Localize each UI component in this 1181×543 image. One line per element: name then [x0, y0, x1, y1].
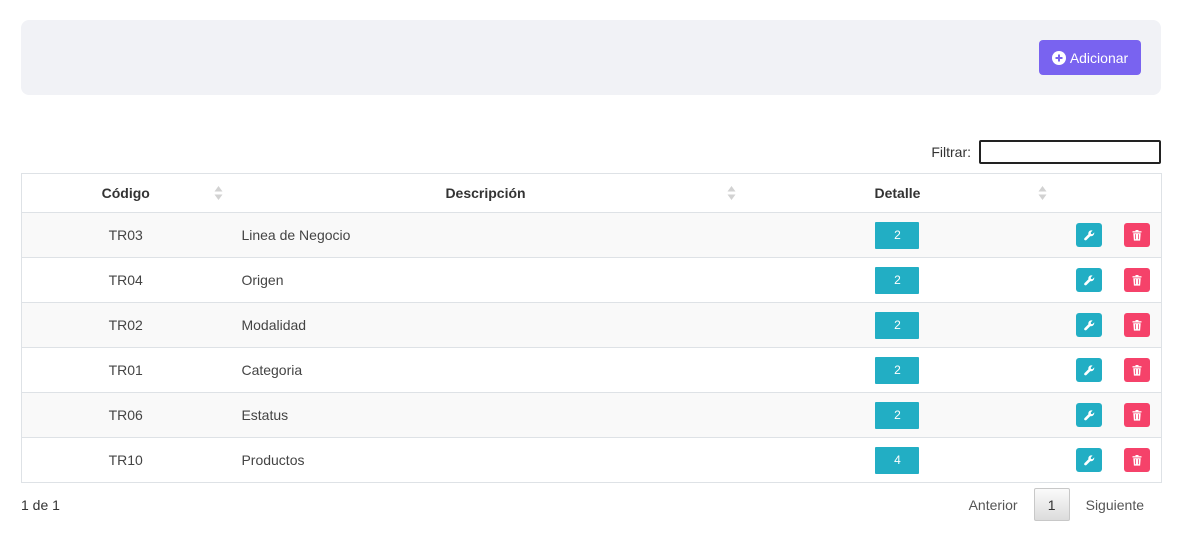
toolbar-panel: Adicionar [21, 20, 1161, 95]
table-body: TR03 Linea de Negocio 2 TR04 Origen 2 TR02 Moda… [21, 212, 1162, 483]
column-header-code[interactable]: Código [21, 173, 230, 213]
actions-cell [1053, 302, 1162, 348]
description-cell: Productos [229, 437, 742, 483]
pagination: Anterior 1 Siguiente [953, 488, 1160, 521]
description-cell: Linea de Negocio [229, 212, 742, 258]
trash-icon [1132, 229, 1142, 241]
next-page-button[interactable]: Siguiente [1070, 497, 1160, 513]
column-header-label: Detalle [874, 185, 921, 201]
delete-button[interactable] [1124, 403, 1150, 427]
row-actions [1053, 268, 1161, 292]
sort-icon [1038, 186, 1047, 200]
column-header-actions [1053, 173, 1162, 213]
edit-button[interactable] [1076, 223, 1102, 247]
description-cell: Estatus [229, 392, 742, 438]
filter-label: Filtrar: [931, 144, 971, 160]
add-button[interactable]: Adicionar [1039, 40, 1141, 75]
code-cell: TR03 [21, 212, 230, 258]
filter-group: Filtrar: [931, 140, 1161, 164]
wrench-icon [1083, 274, 1094, 285]
trash-icon [1132, 364, 1142, 376]
wrench-icon [1083, 319, 1094, 330]
edit-button[interactable] [1076, 358, 1102, 382]
trash-icon [1132, 274, 1142, 286]
code-cell: TR01 [21, 347, 230, 393]
delete-button[interactable] [1124, 268, 1150, 292]
detail-cell: 4 [741, 437, 1054, 483]
table-row: TR10 Productos 4 [21, 437, 1162, 483]
table-row: TR02 Modalidad 2 [21, 302, 1162, 348]
description-cell: Origen [229, 257, 742, 303]
sort-icon [727, 186, 736, 200]
trash-icon [1132, 409, 1142, 421]
code-cell: TR06 [21, 392, 230, 438]
edit-button[interactable] [1076, 313, 1102, 337]
pagination-info: 1 de 1 [21, 497, 60, 513]
add-button-label: Adicionar [1069, 49, 1129, 66]
actions-cell [1053, 257, 1162, 303]
detail-cell: 2 [741, 257, 1054, 303]
wrench-icon [1083, 409, 1094, 420]
row-actions [1053, 448, 1161, 472]
detail-cell: 2 [741, 212, 1054, 258]
column-header-label: Código [101, 185, 150, 201]
wrench-icon [1083, 454, 1094, 465]
code-cell: TR10 [21, 437, 230, 483]
data-table: Código Descripción Detalle TR03 Linea de … [21, 173, 1162, 483]
delete-button[interactable] [1124, 223, 1150, 247]
table-row: TR04 Origen 2 [21, 257, 1162, 303]
row-actions [1053, 403, 1161, 427]
detail-badge-button[interactable]: 2 [875, 401, 920, 429]
table-row: TR01 Categoria 2 [21, 347, 1162, 393]
previous-page-button[interactable]: Anterior [953, 497, 1034, 513]
wrench-icon [1083, 229, 1094, 240]
actions-cell [1053, 347, 1162, 393]
column-header-detail[interactable]: Detalle [741, 173, 1054, 213]
description-cell: Categoria [229, 347, 742, 393]
row-actions [1053, 223, 1161, 247]
actions-cell [1053, 437, 1162, 483]
plus-circle-icon [1051, 50, 1066, 65]
delete-button[interactable] [1124, 448, 1150, 472]
delete-button[interactable] [1124, 358, 1150, 382]
row-actions [1053, 313, 1161, 337]
actions-cell [1053, 392, 1162, 438]
code-cell: TR02 [21, 302, 230, 348]
filter-input[interactable] [979, 140, 1161, 164]
detail-cell: 2 [741, 392, 1054, 438]
edit-button[interactable] [1076, 403, 1102, 427]
edit-button[interactable] [1076, 448, 1102, 472]
row-actions [1053, 358, 1161, 382]
trash-icon [1132, 319, 1142, 331]
detail-cell: 2 [741, 302, 1054, 348]
wrench-icon [1083, 364, 1094, 375]
detail-badge-button[interactable]: 2 [875, 221, 920, 249]
table-header-row: Código Descripción Detalle [21, 173, 1162, 213]
page-1-button[interactable]: 1 [1033, 488, 1070, 521]
delete-button[interactable] [1124, 313, 1150, 337]
code-cell: TR04 [21, 257, 230, 303]
detail-badge-button[interactable]: 2 [875, 311, 920, 339]
table-row: TR03 Linea de Negocio 2 [21, 212, 1162, 258]
edit-button[interactable] [1076, 268, 1102, 292]
sort-icon [214, 186, 223, 200]
table-row: TR06 Estatus 2 [21, 392, 1162, 438]
column-header-label: Descripción [445, 185, 526, 201]
detail-badge-button[interactable]: 2 [875, 356, 920, 384]
trash-icon [1132, 454, 1142, 466]
detail-badge-button[interactable]: 4 [875, 446, 920, 474]
description-cell: Modalidad [229, 302, 742, 348]
actions-cell [1053, 212, 1162, 258]
column-header-description[interactable]: Descripción [229, 173, 742, 213]
detail-cell: 2 [741, 347, 1054, 393]
detail-badge-button[interactable]: 2 [875, 266, 920, 294]
